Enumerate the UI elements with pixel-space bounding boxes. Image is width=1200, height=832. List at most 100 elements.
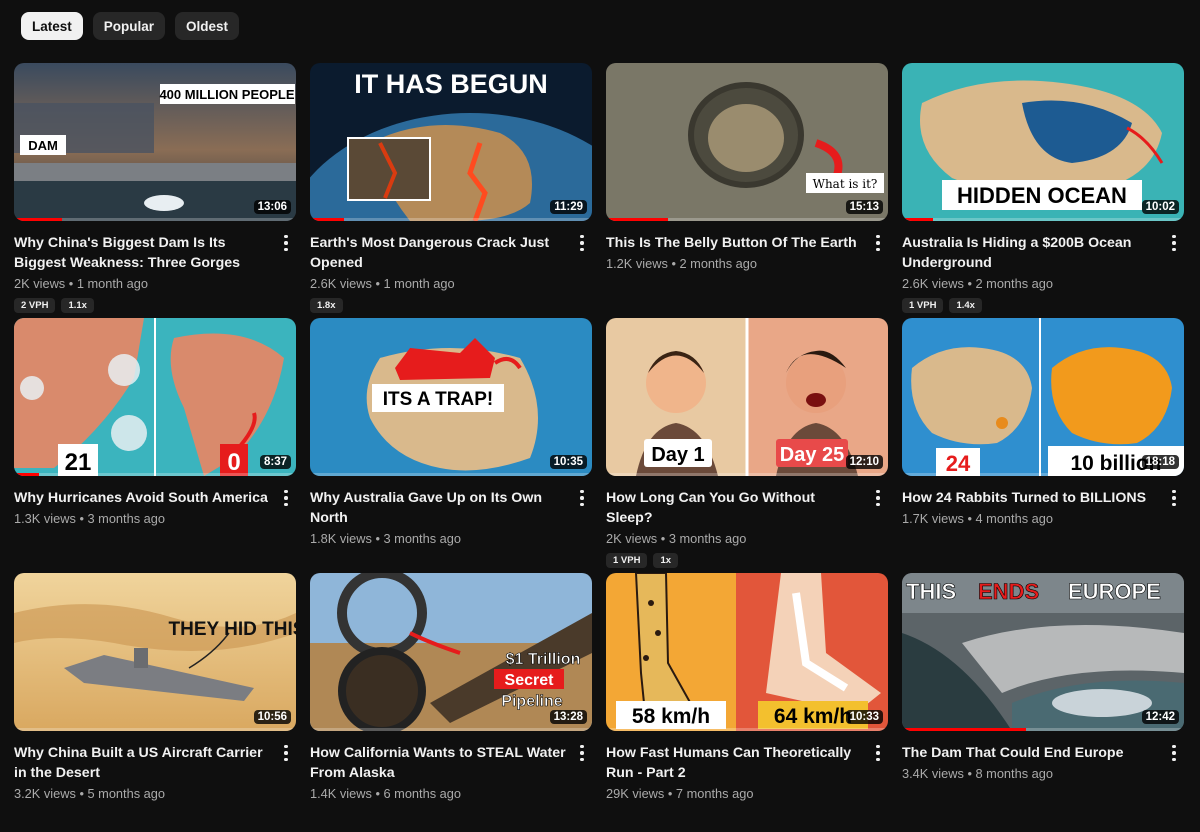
more-options-icon[interactable] <box>574 233 590 253</box>
video-thumbnail[interactable]: HIDDEN OCEAN 10:02 <box>902 63 1184 221</box>
video-title[interactable]: How California Wants to STEAL Water From… <box>310 743 566 783</box>
more-options-icon[interactable] <box>1166 233 1182 253</box>
video-meta: How Fast Humans Can Theoretically Run - … <box>606 731 888 804</box>
view-count: 1.4K views <box>310 786 372 801</box>
video-title[interactable]: Why China's Biggest Dam Is Its Biggest W… <box>14 233 270 273</box>
video-thumbnail[interactable]: Day 1 Day 25 12:10 <box>606 318 888 476</box>
duration-badge: 10:35 <box>549 455 587 469</box>
video-thumbnail[interactable]: What is it? 15:13 <box>606 63 888 221</box>
video-thumbnail[interactable]: 400 MILLION PEOPLE DAM 13:06 <box>14 63 296 221</box>
more-options-icon[interactable] <box>870 233 886 253</box>
view-count: 1.2K views <box>606 256 668 271</box>
thumbnail-image: IT HAS BEGUN <box>310 63 592 221</box>
video-card[interactable]: 58 km/h 64 km/h 10:33 How Fast Humans Ca… <box>606 573 888 828</box>
video-meta: This Is The Belly Button Of The Earth 1.… <box>606 221 888 274</box>
more-options-icon[interactable] <box>278 488 294 508</box>
video-thumbnail[interactable]: ITS A TRAP! 10:35 <box>310 318 592 476</box>
chip-latest[interactable]: Latest <box>21 12 83 40</box>
video-stats: 2.6K views • 2 months ago <box>902 276 1054 291</box>
duration-badge: 10:02 <box>1141 200 1179 214</box>
duration-badge: 10:33 <box>845 710 883 724</box>
duration-badge: 10:56 <box>253 710 291 724</box>
chip-popular[interactable]: Popular <box>92 12 166 40</box>
video-thumbnail[interactable]: 58 km/h 64 km/h 10:33 <box>606 573 888 731</box>
video-card[interactable]: 400 MILLION PEOPLE DAM 13:06 Why China's… <box>14 63 296 318</box>
chip-oldest[interactable]: Oldest <box>175 12 240 40</box>
multiplier-badge: 1.8x <box>310 298 343 313</box>
upload-age: 5 months ago <box>87 786 166 801</box>
video-title[interactable]: Why Hurricanes Avoid South America <box>14 488 270 508</box>
view-count: 2.6K views <box>902 276 964 291</box>
thumbnail-text: IT HAS BEGUN <box>354 69 548 99</box>
thumbnail-text: HIDDEN OCEAN <box>957 183 1127 208</box>
video-stats: 3.4K views • 8 months ago <box>902 766 1054 781</box>
view-count: 29K views <box>606 786 665 801</box>
thumbnail-text: ENDS <box>978 579 1039 604</box>
duration-badge: 15:13 <box>845 200 883 214</box>
more-options-icon[interactable] <box>574 488 590 508</box>
video-thumbnail[interactable]: THEY HID THIS 10:56 <box>14 573 296 731</box>
video-title[interactable]: This Is The Belly Button Of The Earth <box>606 233 862 253</box>
badge-row: 1.8x <box>310 298 566 313</box>
video-title[interactable]: Australia Is Hiding a $200B Ocean Underg… <box>902 233 1158 273</box>
video-card[interactable]: 24 10 billion 18:18 How 24 Rabbits Turne… <box>902 318 1184 573</box>
video-title[interactable]: How 24 Rabbits Turned to BILLIONS <box>902 488 1158 508</box>
thumbnail-image: 21 0 <box>14 318 296 476</box>
more-options-icon[interactable] <box>278 743 294 763</box>
video-meta: Earth's Most Dangerous Crack Just Opened… <box>310 221 592 313</box>
video-card[interactable]: THEY HID THIS 10:56 Why China Built a US… <box>14 573 296 828</box>
video-meta: The Dam That Could End Europe 3.4K views… <box>902 731 1184 784</box>
thumbnail-image: 400 MILLION PEOPLE DAM <box>14 63 296 221</box>
thumbnail-text: DAM <box>28 138 58 153</box>
video-thumbnail[interactable]: THIS ENDS EUROPE 12:42 <box>902 573 1184 731</box>
thumbnail-text: $1 Trillion <box>506 651 581 668</box>
video-stats: 2K views • 3 months ago <box>606 531 747 546</box>
duration-badge: 12:42 <box>1141 710 1179 724</box>
video-card[interactable]: 21 0 8:37 Why Hurricanes Avoid South Ame… <box>14 318 296 573</box>
video-thumbnail[interactable]: 21 0 8:37 <box>14 318 296 476</box>
more-options-icon[interactable] <box>574 743 590 763</box>
video-thumbnail[interactable]: IT HAS BEGUN 11:29 <box>310 63 592 221</box>
video-stats: 1.4K views • 6 months ago <box>310 786 462 801</box>
duration-badge: 13:06 <box>253 200 291 214</box>
video-card[interactable]: ITS A TRAP! 10:35 Why Australia Gave Up … <box>310 318 592 573</box>
thumbnail-image: HIDDEN OCEAN <box>902 63 1184 221</box>
video-title[interactable]: Earth's Most Dangerous Crack Just Opened <box>310 233 566 273</box>
video-thumbnail[interactable]: $1 Trillion Secret Pipeline 13:28 <box>310 573 592 731</box>
video-card[interactable]: $1 Trillion Secret Pipeline 13:28 How Ca… <box>310 573 592 828</box>
video-title[interactable]: How Fast Humans Can Theoretically Run - … <box>606 743 862 783</box>
more-options-icon[interactable] <box>1166 743 1182 763</box>
thumbnail-text: 64 km/h <box>774 705 852 728</box>
upload-age: 3 months ago <box>668 531 747 546</box>
video-title[interactable]: Why China Built a US Aircraft Carrier in… <box>14 743 270 783</box>
more-options-icon[interactable] <box>278 233 294 253</box>
thumbnail-text: Secret <box>505 672 555 689</box>
video-title[interactable]: The Dam That Could End Europe <box>902 743 1158 763</box>
video-card[interactable]: What is it? 15:13 This Is The Belly Butt… <box>606 63 888 318</box>
video-title[interactable]: How Long Can You Go Without Sleep? <box>606 488 862 528</box>
upload-age: 2 months ago <box>975 276 1054 291</box>
thumbnail-text: What is it? <box>813 177 878 191</box>
video-meta: How Long Can You Go Without Sleep? 2K vi… <box>606 476 888 568</box>
video-card[interactable]: Day 1 Day 25 12:10 How Long Can You Go W… <box>606 318 888 573</box>
thumbnail-image: ITS A TRAP! <box>310 318 592 476</box>
view-count: 1.7K views <box>902 511 964 526</box>
thumbnail-image: Day 1 Day 25 <box>606 318 888 476</box>
thumbnail-text: THEY HID THIS <box>169 619 296 640</box>
video-title[interactable]: Why Australia Gave Up on Its Own North <box>310 488 566 528</box>
vph-badge: 1 VPH <box>902 298 944 313</box>
more-options-icon[interactable] <box>1166 488 1182 508</box>
video-thumbnail[interactable]: 24 10 billion 18:18 <box>902 318 1184 476</box>
video-card[interactable]: HIDDEN OCEAN 10:02 Australia Is Hiding a… <box>902 63 1184 318</box>
vph-badge: 1 VPH <box>606 553 648 568</box>
multiplier-badge: 1.1x <box>61 298 94 313</box>
video-card[interactable]: IT HAS BEGUN 11:29 Earth's Most Dangerou… <box>310 63 592 318</box>
badge-row: 1 VPH 1.4x <box>902 298 1158 313</box>
more-options-icon[interactable] <box>870 488 886 508</box>
video-meta: Why China Built a US Aircraft Carrier in… <box>14 731 296 804</box>
video-stats: 2K views • 1 month ago <box>14 276 148 291</box>
video-stats: 29K views • 7 months ago <box>606 786 754 801</box>
more-options-icon[interactable] <box>870 743 886 763</box>
duration-badge: 12:10 <box>845 455 883 469</box>
video-card[interactable]: THIS ENDS EUROPE 12:42 The Dam That Coul… <box>902 573 1184 828</box>
